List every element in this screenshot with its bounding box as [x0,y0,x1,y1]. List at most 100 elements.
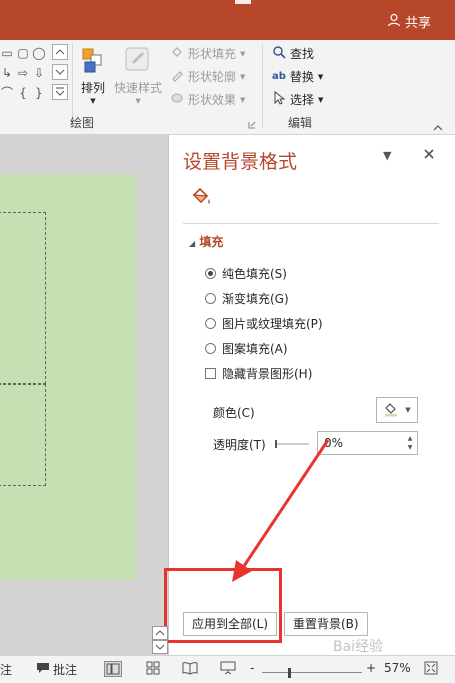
paint-bucket-icon [383,401,399,420]
pencil-icon [170,68,184,85]
right-arrow-shape-icon[interactable]: ⇨ [16,66,30,80]
replace-label: 替换 [289,70,314,84]
find-button[interactable]: 查找 [272,45,314,62]
quick-styles-label: 快速样式 [114,81,163,95]
gallery-down-button[interactable] [52,64,68,80]
transparency-value: 0% [324,436,344,450]
title-placeholder[interactable] [0,212,46,384]
reset-background-button[interactable]: 重置背景(B) [284,612,368,636]
pattern-fill-label: 图案填充(A) [222,342,288,356]
picture-fill-option[interactable]: 图片或纹理填充(P) [205,315,323,332]
gradient-fill-option[interactable]: 渐变填充(G) [205,290,289,307]
shape-outline-label: 形状轮廓 [188,70,237,84]
comments-button[interactable]: 批注 [36,661,77,678]
gradient-fill-radio[interactable] [205,293,216,304]
find-label: 查找 [290,47,315,61]
title-notch [235,0,251,4]
left-brace-shape-icon[interactable]: { [16,86,30,100]
normal-view-button[interactable] [104,661,122,677]
hide-background-graphics-label: 隐藏背景图形(H) [222,367,313,381]
pane-close-button[interactable] [423,145,435,164]
content-placeholder[interactable] [0,384,46,486]
title-bar: 共享 [0,0,455,40]
pattern-fill-radio[interactable] [205,343,216,354]
slide-canvas[interactable] [0,174,136,580]
quick-styles-icon [123,46,153,77]
zoom-level[interactable]: 57% [384,661,411,675]
gallery-more-button[interactable] [52,84,68,100]
elbow-connector-shape-icon[interactable]: ↳ [0,66,14,80]
rounded-rect-shape-icon[interactable]: ▢ [16,46,30,60]
hide-background-graphics-checkbox[interactable] [205,368,216,379]
chevron-down-icon [55,69,65,75]
arrange-dropdown-icon: ▼ [90,97,96,105]
shape-effects-icon [170,91,184,108]
arrange-icon [80,46,106,77]
close-icon [424,149,434,159]
oval-shape-icon[interactable]: ◯ [32,46,46,60]
rectangle-shape-icon[interactable]: ▭ [0,46,14,60]
transparency-spinner[interactable]: ▲ ▼ [405,434,415,452]
pattern-fill-option[interactable]: 图案填充(A) [205,340,288,357]
transparency-input[interactable]: 0% ▲ ▼ [317,431,418,455]
fit-to-window-button[interactable] [424,661,438,675]
pane-options-button[interactable]: ▼ [383,149,391,162]
transparency-slider[interactable] [275,438,309,448]
right-brace-shape-icon[interactable]: } [32,86,46,100]
search-icon [272,45,286,62]
hide-background-graphics-option[interactable]: 隐藏背景图形(H) [205,365,312,382]
slide-nav-buttons[interactable] [152,626,168,654]
share-button[interactable]: 共享 [387,12,431,31]
normal-view-icon [104,661,122,677]
fill-section-label: 填充 [199,235,224,249]
shape-effects-label: 形状效果 [188,93,237,107]
select-dropdown-icon: ▼ [318,95,324,104]
zoom-level-value: 57% [384,661,411,675]
reading-view-button[interactable] [182,661,198,675]
notes-label: 注 [0,663,13,677]
color-label: 颜色(C) [213,406,255,420]
picture-fill-radio[interactable] [205,318,216,329]
editing-group-label: 编辑 [288,116,313,130]
prev-next-slide-icon [152,626,168,654]
replace-button[interactable]: ab 替换 ▼ [272,68,323,85]
curve-shape-icon[interactable]: ⌒ [0,86,14,100]
arrange-button[interactable]: 排列 ▼ [80,46,106,105]
pane-title: 设置背景格式 [183,151,298,173]
fill-tab-icon[interactable] [189,185,213,209]
collapse-ribbon-icon[interactable] [432,120,444,134]
shape-fill-button[interactable]: 形状填充 ▼ [170,45,245,62]
shape-effects-dropdown-icon: ▼ [240,95,246,104]
quick-styles-button[interactable]: 快速样式 ▼ [114,46,163,105]
zoom-out-label: - [250,661,255,675]
notes-button[interactable]: 注 [0,661,12,678]
zoom-in-label: + [366,661,377,675]
zoom-slider[interactable] [262,668,362,678]
solid-fill-option[interactable]: 纯色填充(S) [205,265,287,282]
shape-outline-button[interactable]: 形状轮廓 ▼ [170,68,245,85]
slideshow-button[interactable] [220,661,236,675]
replace-icon: ab [272,71,286,82]
slide-sorter-icon [146,661,160,675]
highlight-box [164,568,282,643]
slide-sorter-button[interactable] [146,661,160,675]
color-picker-button[interactable]: ▼ [376,397,418,423]
picture-fill-label: 图片或纹理填充(P) [222,317,323,331]
reading-view-icon [182,662,198,675]
down-arrow-shape-icon[interactable]: ⇩ [32,66,46,80]
drawing-dialog-launcher-icon[interactable] [248,118,256,129]
fill-section-header[interactable]: ◢ 填充 [189,233,223,250]
chevron-up-icon [55,49,65,55]
solid-fill-radio[interactable] [205,268,216,279]
shape-effects-button[interactable]: 形状效果 ▼ [170,91,245,108]
status-bar: 注 批注 - + 57% [0,655,455,683]
select-button[interactable]: 选择 ▼ [272,90,324,108]
shape-fill-label: 形状填充 [188,47,237,61]
gallery-up-button[interactable] [52,44,68,60]
solid-fill-label: 纯色填充(S) [222,267,287,281]
collapse-triangle-icon: ◢ [189,239,196,248]
cursor-icon [272,90,286,108]
zoom-in-button[interactable]: + [366,661,376,675]
shape-fill-dropdown-icon: ▼ [240,49,246,58]
zoom-out-button[interactable]: - [250,661,254,675]
